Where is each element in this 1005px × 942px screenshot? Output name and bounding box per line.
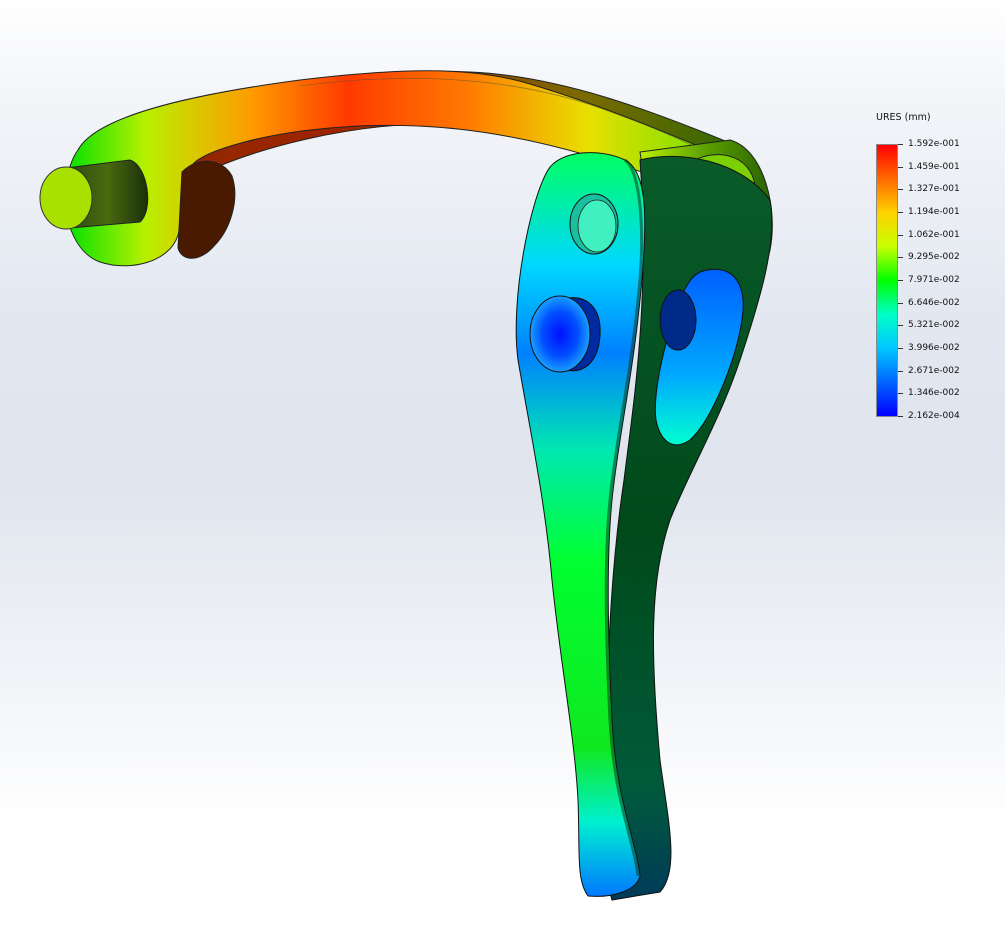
legend-colorbar	[876, 144, 898, 417]
arm-hook-inner	[177, 160, 236, 259]
legend-tick	[898, 370, 903, 372]
legend-tick-label: 1.346e-002	[908, 388, 960, 399]
upper-pin-face	[577, 199, 617, 253]
legend-tick	[898, 257, 903, 259]
legend-tick	[898, 416, 903, 417]
legend-tick	[898, 166, 903, 168]
legend-tick-label: 1.194e-001	[908, 207, 960, 217]
legend-tick-label: 1.459e-001	[908, 161, 960, 172]
legend-tick	[898, 234, 903, 236]
legend-tick-label: 1.327e-001	[908, 184, 960, 195]
lower-pin-face	[529, 295, 591, 373]
legend-tick-label: 1.592e-001	[908, 139, 960, 149]
legend-tick	[898, 144, 903, 145]
legend-tick	[898, 393, 903, 395]
fea-model-render[interactable]	[0, 0, 1005, 942]
legend-tick-label: 9.295e-002	[908, 252, 960, 263]
legend-tick-label: 6.646e-002	[908, 297, 960, 308]
legend-tick-label: 2.162e-004	[908, 411, 960, 421]
legend-tick-label: 3.996e-002	[908, 343, 960, 353]
left-pin-face	[39, 166, 93, 230]
legend-tick	[898, 348, 903, 349]
legend-tick	[898, 325, 903, 327]
rear-pin	[659, 289, 697, 351]
legend-tick-label: 7.971e-002	[908, 275, 960, 285]
results-legend: URES (mm) 1.592e-001 1.459e-001 1.327e-001…	[872, 112, 997, 427]
legend-tick-label: 2.671e-002	[908, 365, 960, 376]
legend-tick-label: 1.062e-001	[908, 229, 960, 240]
graphics-viewport[interactable]: URES (mm) 1.592e-001 1.459e-001 1.327e-001…	[0, 0, 1005, 942]
legend-title: URES (mm)	[876, 112, 931, 123]
legend-tick-label: 5.321e-002	[908, 320, 960, 331]
legend-tick	[898, 212, 903, 213]
legend-tick	[898, 280, 903, 281]
legend-tick	[898, 302, 903, 304]
legend-tick	[898, 189, 903, 191]
